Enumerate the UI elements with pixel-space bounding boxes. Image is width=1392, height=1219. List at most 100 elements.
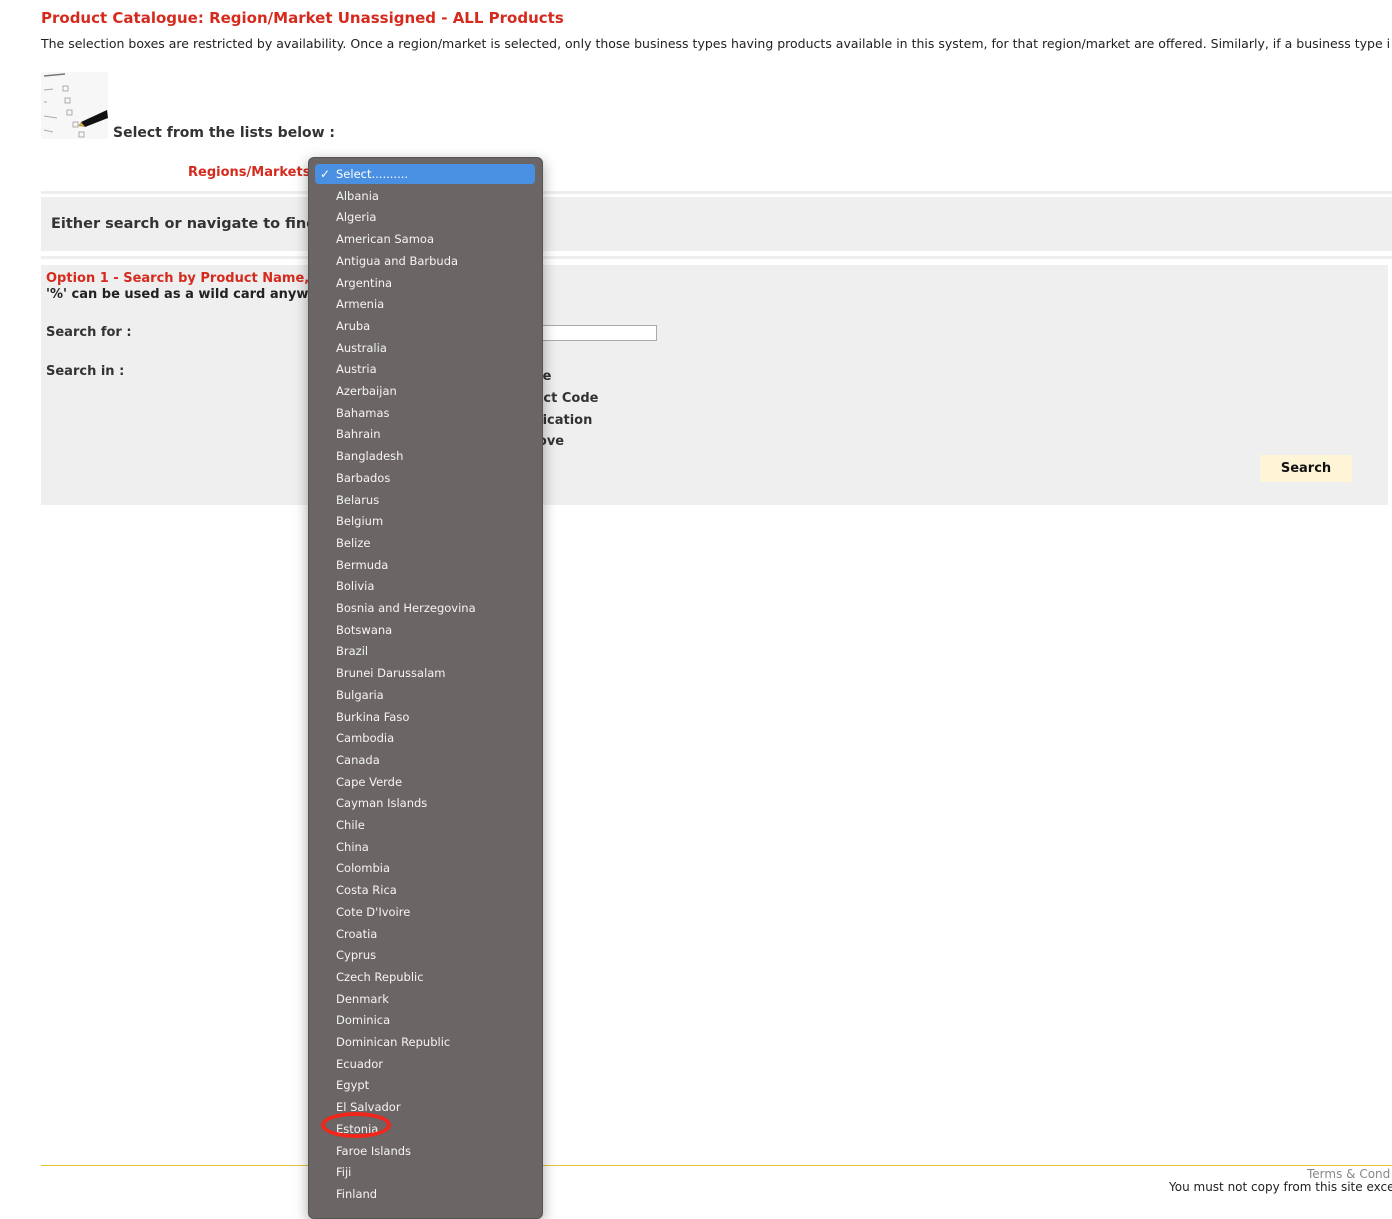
dropdown-option[interactable]: Dominica [315,1010,535,1030]
dropdown-option[interactable]: Australia [315,338,535,358]
dropdown-option[interactable]: Croatia [315,924,535,944]
dropdown-option-label: Cyprus [336,948,377,963]
dropdown-option[interactable]: Cayman Islands [315,793,535,813]
dropdown-option[interactable]: Antigua and Barbuda [315,251,535,271]
dropdown-option-label: Faroe Islands [336,1143,412,1158]
dropdown-option[interactable]: Chile [315,815,535,835]
dropdown-option-label: Albania [336,188,379,203]
dropdown-option[interactable]: Bangladesh [315,446,535,466]
dropdown-option-label: Select.......... [336,167,409,181]
dropdown-option[interactable]: Armenia [315,294,535,314]
dropdown-option-label: Antigua and Barbuda [336,253,459,268]
navigate-panel: Either search or navigate to find [41,197,1392,251]
dropdown-option[interactable]: Canada [315,750,535,770]
dropdown-option[interactable]: Argentina [315,273,535,293]
dropdown-option-label: Bahamas [336,405,390,420]
checkmark-icon: ✓ [320,167,331,181]
navigate-panel-title: Either search or navigate to find [51,216,317,232]
divider [41,191,1392,194]
dropdown-option[interactable]: Belize [315,533,535,553]
dropdown-option-label: Estonia [336,1121,379,1136]
dropdown-option[interactable]: Burkina Faso [315,707,535,727]
dropdown-option-label: Czech Republic [336,969,424,984]
dropdown-option-label: Burkina Faso [336,709,410,724]
dropdown-option[interactable]: Finland [315,1184,535,1204]
dropdown-option[interactable]: Botswana [315,620,535,640]
divider [41,256,1392,259]
dropdown-option-label: Belize [336,535,371,550]
dropdown-option[interactable]: Denmark [315,989,535,1009]
regions-markets-dropdown[interactable]: ✓ Select.......... Albania Algeria American … [308,157,543,1219]
dropdown-option-label: Chile [336,818,365,832]
dropdown-option[interactable]: Bulgaria [315,685,535,705]
dropdown-option[interactable]: Estonia [315,1119,535,1139]
dropdown-option[interactable]: Barbados [315,468,535,488]
terms-link[interactable]: Terms & Cond [1307,1167,1390,1181]
dropdown-option[interactable]: American Samoa [315,229,535,249]
dropdown-option-label: Argentina [336,275,393,290]
search-panel: Option 1 - Search by Product Name, C '%'… [41,265,1388,505]
dropdown-option[interactable]: Czech Republic [315,967,535,987]
dropdown-option[interactable]: Austria [315,359,535,379]
dropdown-option[interactable]: Bahamas [315,403,535,423]
dropdown-option[interactable]: Faroe Islands [315,1141,535,1161]
dropdown-option-label: El Salvador [336,1100,401,1115]
dropdown-option[interactable]: ✓ Select.......... [315,164,535,184]
dropdown-option[interactable]: Cape Verde [315,772,535,792]
option1-title: Option 1 - Search by Product Name, C [46,271,324,286]
dropdown-option-label: Algeria [336,210,377,225]
dropdown-option-label: Canada [336,752,380,767]
dropdown-option[interactable]: Bolivia [315,576,535,596]
dropdown-option[interactable]: Aruba [315,316,535,336]
dropdown-option[interactable]: Albania [315,186,535,206]
dropdown-option[interactable]: Belarus [315,490,535,510]
dropdown-option[interactable]: Costa Rica [315,880,535,900]
dropdown-option-label: Botswana [336,622,393,637]
dropdown-option[interactable]: Cambodia [315,728,535,748]
copyright-notice: You must not copy from this site exce [1169,1180,1392,1194]
dropdown-option-label: Bulgaria [336,687,384,702]
dropdown-option-label: Brazil [336,644,369,659]
dropdown-option[interactable]: Algeria [315,207,535,227]
dropdown-option-label: Bahrain [336,427,381,442]
dropdown-option[interactable]: Brazil [315,641,535,661]
checklist-image [41,72,108,139]
dropdown-option-label: Croatia [336,926,378,941]
dropdown-option[interactable]: Fiji [315,1162,535,1182]
dropdown-option[interactable]: El Salvador [315,1097,535,1117]
dropdown-option-label: American Samoa [336,232,435,247]
dropdown-option[interactable]: Cote D'Ivoire [315,902,535,922]
dropdown-option-label: Dominica [336,1013,391,1028]
dropdown-option-label: China [336,839,369,854]
dropdown-option[interactable]: Azerbaijan [315,381,535,401]
dropdown-option-label: Barbados [336,470,391,485]
dropdown-option-label: Costa Rica [336,883,397,898]
search-button[interactable]: Search [1260,455,1352,482]
select-heading: Select from the lists below : [113,125,336,141]
dropdown-option[interactable]: Cyprus [315,945,535,965]
dropdown-option[interactable]: Colombia [315,858,535,878]
dropdown-option-label: Colombia [336,861,391,876]
dropdown-option-label: Bangladesh [336,449,404,464]
dropdown-option[interactable]: Bahrain [315,424,535,444]
dropdown-option[interactable]: Egypt [315,1075,535,1095]
dropdown-option[interactable]: China [315,837,535,857]
dropdown-option-label: Fiji [336,1165,352,1180]
dropdown-option-label: Bolivia [336,579,375,594]
dropdown-option[interactable]: Brunei Darussalam [315,663,535,683]
dropdown-option-label: Finland [336,1186,378,1201]
dropdown-option-label: Bermuda [336,557,389,572]
footer-divider [41,1165,1392,1166]
page-title: Product Catalogue: Region/Market Unassig… [41,9,564,27]
intro-text: The selection boxes are restricted by av… [41,36,1391,51]
dropdown-option-label: Brunei Darussalam [336,666,446,681]
dropdown-option[interactable]: Dominican Republic [315,1032,535,1052]
dropdown-option-label: Cote D'Ivoire [336,904,411,919]
dropdown-option-label: Denmark [336,991,389,1006]
dropdown-option[interactable]: Ecuador [315,1054,535,1074]
search-for-label: Search for : [46,325,132,340]
dropdown-option[interactable]: Belgium [315,511,535,531]
dropdown-option[interactable]: Bosnia and Herzegovina [315,598,535,618]
dropdown-option-label: Cape Verde [336,774,403,789]
dropdown-option[interactable]: Bermuda [315,555,535,575]
